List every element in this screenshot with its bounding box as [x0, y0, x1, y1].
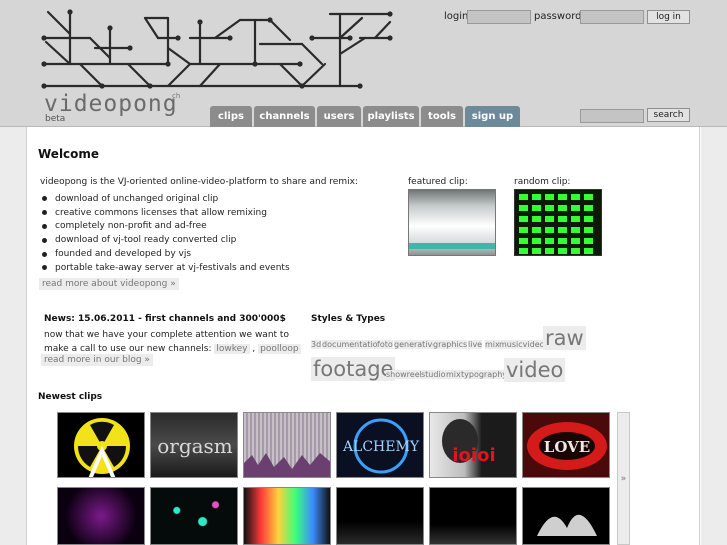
list-item: portable take-away server at vj-festival… — [40, 261, 290, 275]
clip-graphic-icon: ALCHEMY — [342, 418, 420, 474]
tag-mix[interactable]: mix — [485, 340, 500, 349]
beta-badge: beta — [45, 114, 66, 124]
feature-list: download of unchanged original clip crea… — [40, 192, 290, 275]
tag-video[interactable]: video — [504, 358, 566, 382]
tab-sign-up[interactable]: sign up — [465, 106, 520, 127]
clip-thumbnail[interactable]: ioioi — [429, 412, 517, 478]
styles-title: Styles & Types — [311, 314, 386, 324]
tab-channels[interactable]: channels — [254, 106, 315, 127]
tag-mix-2[interactable]: mix — [446, 370, 461, 379]
tag-live[interactable]: live — [468, 340, 483, 349]
search-button[interactable]: search — [647, 108, 690, 122]
clip-thumbnail[interactable]: orgasm — [150, 412, 238, 478]
logo-country: ch — [172, 92, 181, 100]
tab-tools[interactable]: tools — [421, 106, 463, 127]
clip-thumbnail[interactable]: ALCHEMY — [336, 412, 424, 478]
main-nav: clips channels users playlists tools sig… — [210, 106, 520, 127]
page-margin-right — [701, 127, 727, 545]
read-more-blog-link[interactable]: read more in our blog » — [41, 354, 153, 366]
radiation-icon — [74, 418, 130, 477]
list-item: download of vj-tool ready converted clip — [40, 233, 290, 247]
welcome-intro: videopong is the VJ-oriented online-vide… — [40, 177, 358, 187]
site-header: videopong ch beta login: password: log i… — [0, 0, 727, 127]
bullet-icon — [42, 251, 47, 257]
newest-clips-title: Newest clips — [38, 392, 103, 402]
list-item: completely non-profit and ad-free — [40, 220, 290, 234]
svg-text:orgasm: orgasm — [157, 434, 233, 458]
clip-thumbnail[interactable] — [150, 487, 238, 545]
svg-text:LOVE: LOVE — [544, 438, 590, 456]
more-clips-arrow[interactable]: » — [617, 412, 630, 545]
bullet-icon — [42, 265, 47, 271]
clip-thumbnail[interactable] — [243, 412, 331, 478]
news-title: News: 15.06.2011 - first channels and 30… — [44, 314, 286, 324]
bullet-icon — [42, 223, 47, 229]
tag-footage[interactable]: footage — [311, 357, 396, 381]
bullet-icon — [42, 210, 47, 216]
svg-text:ioioi: ioioi — [452, 445, 495, 466]
bullet-icon — [42, 196, 47, 202]
list-item: download of unchanged original clip — [40, 192, 290, 206]
password-label: password: — [534, 11, 585, 22]
clip-graphic-icon: orgasm — [157, 434, 233, 458]
bullet-icon — [42, 237, 47, 243]
tab-clips[interactable]: clips — [210, 106, 252, 127]
clip-thumbnail[interactable] — [429, 487, 517, 545]
tag-graphics[interactable]: graphics — [433, 340, 468, 349]
clip-thumbnail[interactable] — [57, 412, 145, 478]
list-item: creative commons licenses that allow rem… — [40, 206, 290, 220]
tab-playlists[interactable]: playlists — [363, 106, 419, 127]
clip-graphic-icon — [244, 453, 330, 477]
login-button[interactable]: log in — [647, 10, 690, 24]
tag-raw[interactable]: raw — [543, 326, 586, 350]
clip-thumbnail[interactable] — [336, 487, 424, 545]
tag-documentation[interactable]: documentation — [322, 340, 383, 349]
random-clip-thumbnail[interactable] — [514, 189, 602, 256]
tag-musicvideo[interactable]: musicvideo — [499, 340, 545, 349]
featured-clip-label: featured clip: — [408, 177, 468, 187]
search-input[interactable] — [580, 109, 644, 123]
list-item: founded and developed by vjs — [40, 247, 290, 261]
tag-generative[interactable]: generative — [394, 340, 438, 349]
clip-graphic-icon — [537, 514, 597, 536]
clip-thumbnail[interactable]: LOVE — [522, 412, 610, 478]
tag-typography[interactable]: typography — [461, 370, 507, 379]
featured-clip-thumbnail[interactable] — [408, 189, 496, 256]
tag-studio[interactable]: studio — [421, 370, 446, 379]
clip-thumbnail[interactable] — [522, 487, 610, 545]
tab-users[interactable]: users — [317, 106, 361, 127]
svg-text:ALCHEMY: ALCHEMY — [342, 439, 420, 455]
password-input[interactable] — [580, 10, 644, 24]
channel-link-poolloop[interactable]: poolloop — [258, 344, 301, 354]
welcome-title: Welcome — [38, 147, 100, 161]
logo-graph-icon — [41, 9, 393, 89]
page-margin-left — [0, 127, 26, 545]
login-input[interactable] — [467, 10, 531, 24]
clip-graphic-icon: LOVE — [527, 422, 607, 470]
tag-foto[interactable]: foto — [377, 340, 393, 349]
tag-showreel[interactable]: showreel — [386, 370, 422, 379]
clip-thumbnail[interactable] — [243, 487, 331, 545]
clip-graphic-icon: ioioi — [442, 419, 496, 466]
clip-thumbnail[interactable] — [57, 487, 145, 545]
random-clip-label: random clip: — [514, 177, 571, 187]
channel-link-lowkey[interactable]: lowkey — [214, 344, 250, 354]
read-more-about-link[interactable]: read more about videopong » — [39, 278, 179, 290]
tag-3d[interactable]: 3d — [311, 340, 322, 349]
